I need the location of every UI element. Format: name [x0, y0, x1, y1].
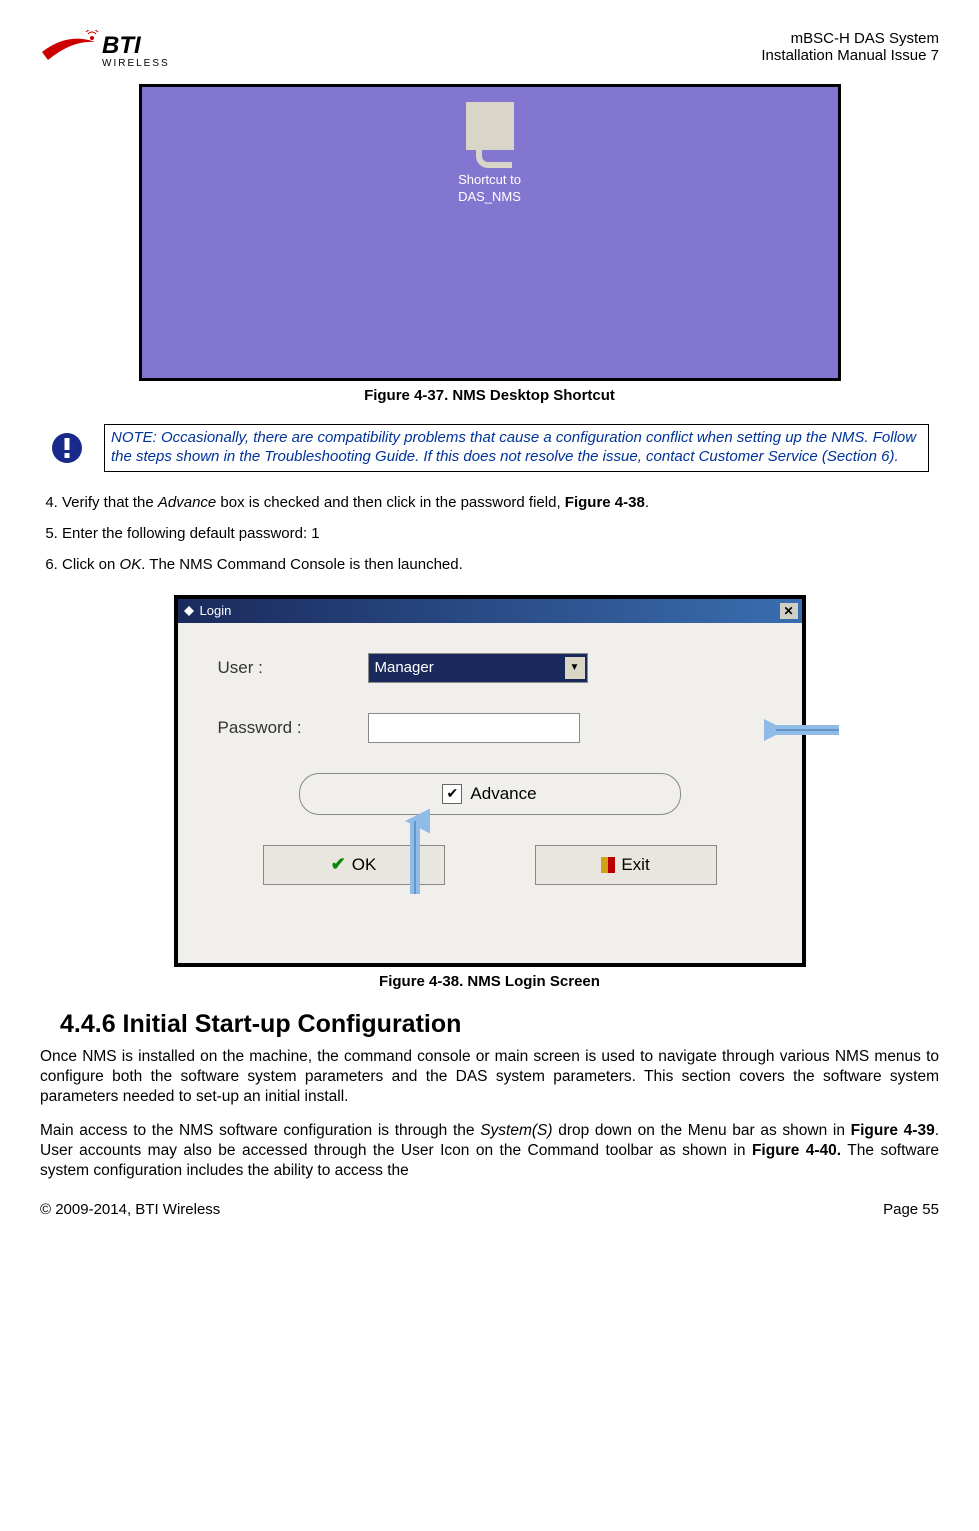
header-right: mBSC-H DAS System Installation Manual Is…: [761, 30, 939, 64]
login-title: Login: [200, 603, 232, 618]
checkmark-icon: ✔: [331, 854, 346, 875]
instruction-steps: Verify that the Advance box is checked a…: [40, 492, 939, 575]
annotation-arrow-password: [764, 715, 844, 745]
ok-label: OK: [352, 855, 377, 875]
footer-page: Page 55: [883, 1201, 939, 1218]
shortcut-icon: [466, 102, 514, 150]
page-footer: © 2009-2014, BTI Wireless Page 55: [40, 1201, 939, 1218]
step-4: Verify that the Advance box is checked a…: [62, 492, 939, 513]
logo: BTI WIRELESS: [40, 30, 170, 70]
user-dropdown[interactable]: Manager ▼: [368, 653, 588, 683]
logo-subtext: WIRELESS: [102, 58, 170, 69]
note-text: NOTE: Occasionally, there are compatibil…: [104, 424, 929, 472]
figure-4-38-caption: Figure 4-38. NMS Login Screen: [40, 973, 939, 990]
advance-group: ✔ Advance: [299, 773, 681, 815]
section-paragraph-2: Main access to the NMS software configur…: [40, 1121, 939, 1181]
step-6: Click on OK. The NMS Command Console is …: [62, 554, 939, 575]
doc-subtitle: Installation Manual Issue 7: [761, 47, 939, 64]
app-icon: [182, 604, 196, 618]
user-label: User :: [218, 658, 368, 678]
bti-swoosh-icon: [40, 30, 100, 70]
chevron-down-icon: ▼: [565, 657, 585, 679]
section-paragraph-1: Once NMS is installed on the machine, th…: [40, 1047, 939, 1107]
shortcut-label: Shortcut to DAS_NMS: [440, 172, 540, 206]
advance-checkbox[interactable]: ✔: [442, 784, 462, 804]
step-5: Enter the following default password: 1: [62, 523, 939, 544]
annotation-arrow-advance: [400, 809, 430, 899]
exit-button[interactable]: Exit: [535, 845, 717, 885]
warning-icon: [50, 431, 84, 465]
figure-4-37-image: Shortcut to DAS_NMS: [139, 84, 841, 381]
page-header: BTI WIRELESS mBSC-H DAS System Installat…: [40, 30, 939, 70]
note-block: NOTE: Occasionally, there are compatibil…: [50, 424, 929, 472]
close-button[interactable]: ✕: [780, 603, 798, 619]
figure-4-38-image: Login ✕ User : Manager ▼ Password : ✔ Ad…: [174, 595, 806, 967]
exit-label: Exit: [621, 855, 649, 875]
exit-icon: [601, 857, 615, 873]
user-value: Manager: [375, 659, 434, 676]
password-label: Password :: [218, 718, 368, 738]
password-input[interactable]: [368, 713, 580, 743]
footer-copyright: © 2009-2014, BTI Wireless: [40, 1201, 220, 1218]
section-heading: 4.4.6 Initial Start-up Configuration: [40, 1010, 939, 1039]
doc-title: mBSC-H DAS System: [761, 30, 939, 47]
login-titlebar: Login ✕: [178, 599, 802, 623]
advance-label: Advance: [470, 784, 536, 804]
desktop-shortcut[interactable]: Shortcut to DAS_NMS: [440, 102, 540, 206]
figure-4-37-caption: Figure 4-37. NMS Desktop Shortcut: [40, 387, 939, 404]
logo-text: BTI: [102, 32, 170, 60]
